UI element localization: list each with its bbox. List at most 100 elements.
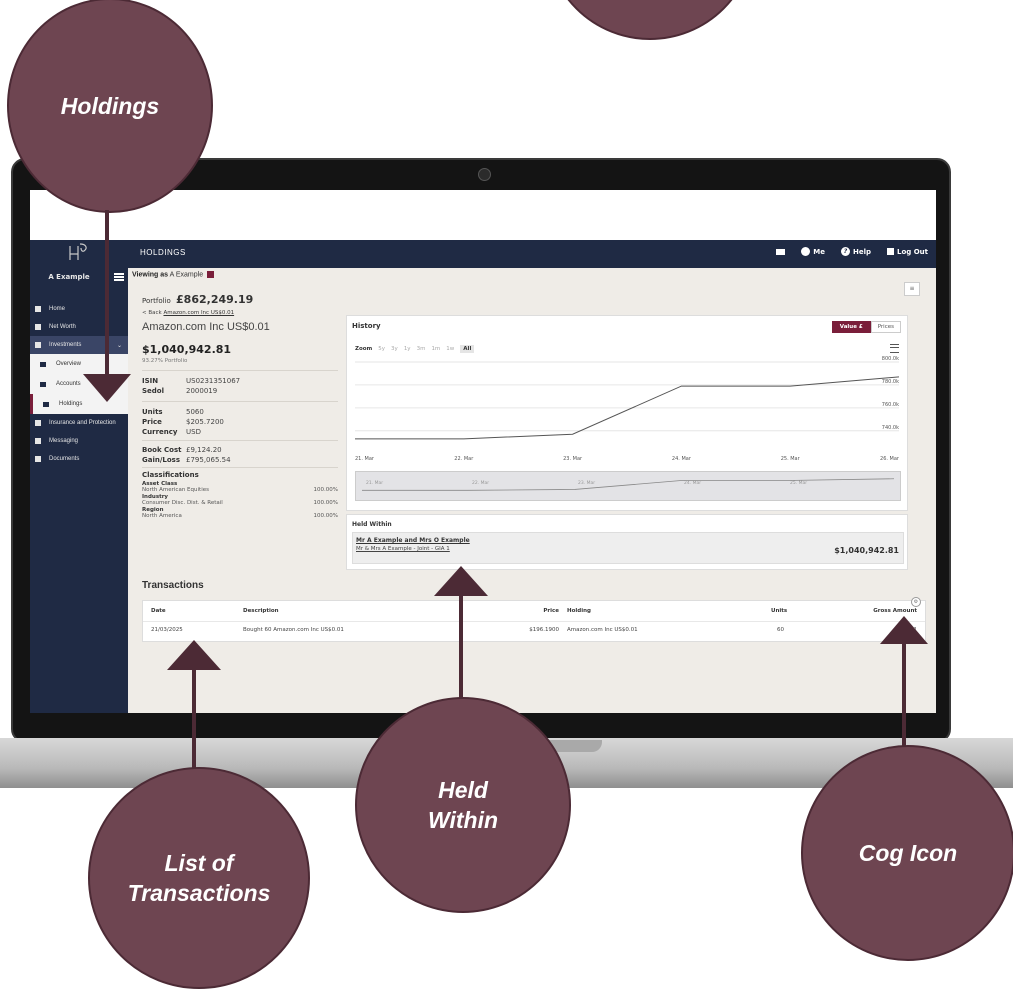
sidebar-item-label: Accounts [56,381,81,387]
zoom-option[interactable]: 5y [378,346,385,352]
navigator-line [362,478,895,491]
column-header[interactable]: Date [151,608,166,614]
chart-icon [40,361,46,367]
cog-pointer-arrow [880,616,928,644]
owner-link[interactable]: Mr A Example and Mrs O Example [356,537,470,544]
me-label: Me [813,247,825,256]
zoom-option[interactable]: 3y [391,346,398,352]
sidebar-item-insurance[interactable]: Insurance and Protection [30,414,128,432]
bookcost-label: Book Cost [142,446,182,454]
classification-value: Consumer Disc. Dist. & Retail [142,500,223,506]
navigator-chart: 21. Mar 22. Mar 23. Mar 24. Mar 25. Mar [362,478,895,491]
classification-pct: 100.00% [313,487,338,493]
zoom-option[interactable]: 1m [431,346,440,352]
home-icon [35,306,41,312]
transactions-title: Transactions [142,580,204,591]
price-label: Price [142,418,162,426]
history-chart: 740.0k 760.0k 780.0k 800.0k 21. Mar 22. Mar 23… [355,356,900,462]
top-callout-partial [545,0,755,40]
sidebar-item-net-worth[interactable]: Net Worth [30,318,128,336]
security-breadcrumb-link[interactable]: Amazon.com Inc US$0.01 [163,310,234,316]
column-header[interactable]: Holding [567,608,591,614]
classifications-title: Classifications [142,471,199,479]
zoom-label: Zoom [355,346,373,352]
navigator-label: 24. Mar [684,480,701,486]
top-nav: Me ? Help Log Out [776,247,928,256]
gainloss-value: £795,065.54 [186,456,231,464]
holdings-callout: Holdings [7,0,213,213]
security-name: Amazon.com Inc US$0.01 [142,321,270,333]
price-value: $205.7200 [186,418,224,426]
divider [142,440,338,441]
cell-holding: Amazon.com Inc US$0.01 [567,627,638,633]
toggle-prices-button[interactable]: Prices [870,321,901,333]
portfolio-label: Portfolio [142,297,171,305]
column-header[interactable]: Units [771,608,787,614]
screen: A Example Home Net Worth Investments ⌄ Ov… [30,190,936,713]
history-panel: History Value £ Prices Zoom 5y 3y 1y 3m … [346,315,908,511]
sedol-value: 2000019 [186,387,218,395]
y-tick-label: 780.0k [882,379,899,385]
zoom-option[interactable]: 1w [446,346,454,352]
envelope-icon [35,438,41,444]
back-link[interactable]: < Back [142,310,162,316]
navigator-label: 25. Mar [790,480,807,486]
navigator-label: 21. Mar [366,480,383,486]
column-header[interactable]: Gross Amount [873,608,917,614]
value-price-toggle: Value £ Prices [831,321,901,333]
held-within-item: Mr A Example and Mrs O Example Mr & Mrs … [352,532,904,564]
account-link[interactable]: Mr & Mrs A Example - Joint - GIA 1 [356,546,450,552]
classification-value: North America [142,513,182,519]
chart-navigator[interactable]: 21. Mar 22. Mar 23. Mar 24. Mar 25. Mar [355,471,901,501]
divider [142,370,338,371]
held-within-pointer-arrow [434,566,488,596]
toggle-value-button[interactable]: Value £ [831,321,871,333]
page-title: HOLDINGS [140,248,186,257]
chart-icon [35,342,41,348]
user-icon [801,247,811,256]
zoom-option[interactable]: 1y [404,346,411,352]
viewing-as-label: Viewing as [132,271,169,279]
zoom-option-selected[interactable]: All [460,345,475,353]
umbrella-icon [35,420,41,426]
sidebar-item-overview[interactable]: Overview [30,354,128,374]
messages-button[interactable] [776,248,786,255]
breadcrumb: < Back Amazon.com Inc US$0.01 [142,310,234,316]
sidebar-item-home[interactable]: Home [30,300,128,318]
classification-value: North American Equities [142,487,209,493]
x-tick-label: 25. Mar [781,456,801,462]
close-icon[interactable] [207,271,215,278]
envelope-icon [776,248,786,255]
column-header[interactable]: Price [543,608,559,614]
isin-label: ISIN [142,377,159,385]
help-button[interactable]: ? Help [840,247,871,256]
zoom-option[interactable]: 3m [417,346,426,352]
x-tick-label: 22. Mar [454,456,474,462]
table-row[interactable]: 21/03/2025 Bought 60 Amazon.com Inc US$0… [143,621,925,638]
sidebar-item-investments[interactable]: Investments ⌄ [30,336,128,354]
sidebar-item-documents[interactable]: Documents [30,450,128,468]
classification-pct: 100.00% [313,500,338,506]
holdings-pointer-arrow [83,374,131,402]
document-icon [35,456,41,462]
portfolio-percentage: 93.27% Portfolio [142,358,188,364]
viewing-as: Viewing as A Example [132,271,215,279]
user-name: A Example [48,273,90,281]
transactions-table: ⚙ Date Description Price Holding Units G… [142,597,926,642]
logout-button[interactable]: Log Out [887,248,928,256]
column-header[interactable]: Description [243,608,279,614]
cog-icon-callout: Cog Icon [801,745,1013,961]
main-content: Viewing as A Example ≡ Portfolio £862,24… [128,268,936,713]
position-details: Units 5060 Price $205.7200 Currency USD [142,407,224,437]
logout-label: Log Out [897,247,928,256]
menu-button[interactable]: ≡ [904,282,920,296]
chart-menu-icon[interactable] [890,344,899,353]
y-tick-label: 740.0k [882,425,899,431]
sidebar-item-label: Overview [56,361,82,367]
hamburger-icon[interactable] [114,273,124,281]
me-button[interactable]: Me [801,247,825,256]
sidebar-item-messaging[interactable]: Messaging [30,432,128,450]
units-label: Units [142,408,163,416]
isin-value: US0231351067 [186,377,241,385]
list-of-transactions-callout: List of Transactions [88,767,310,989]
